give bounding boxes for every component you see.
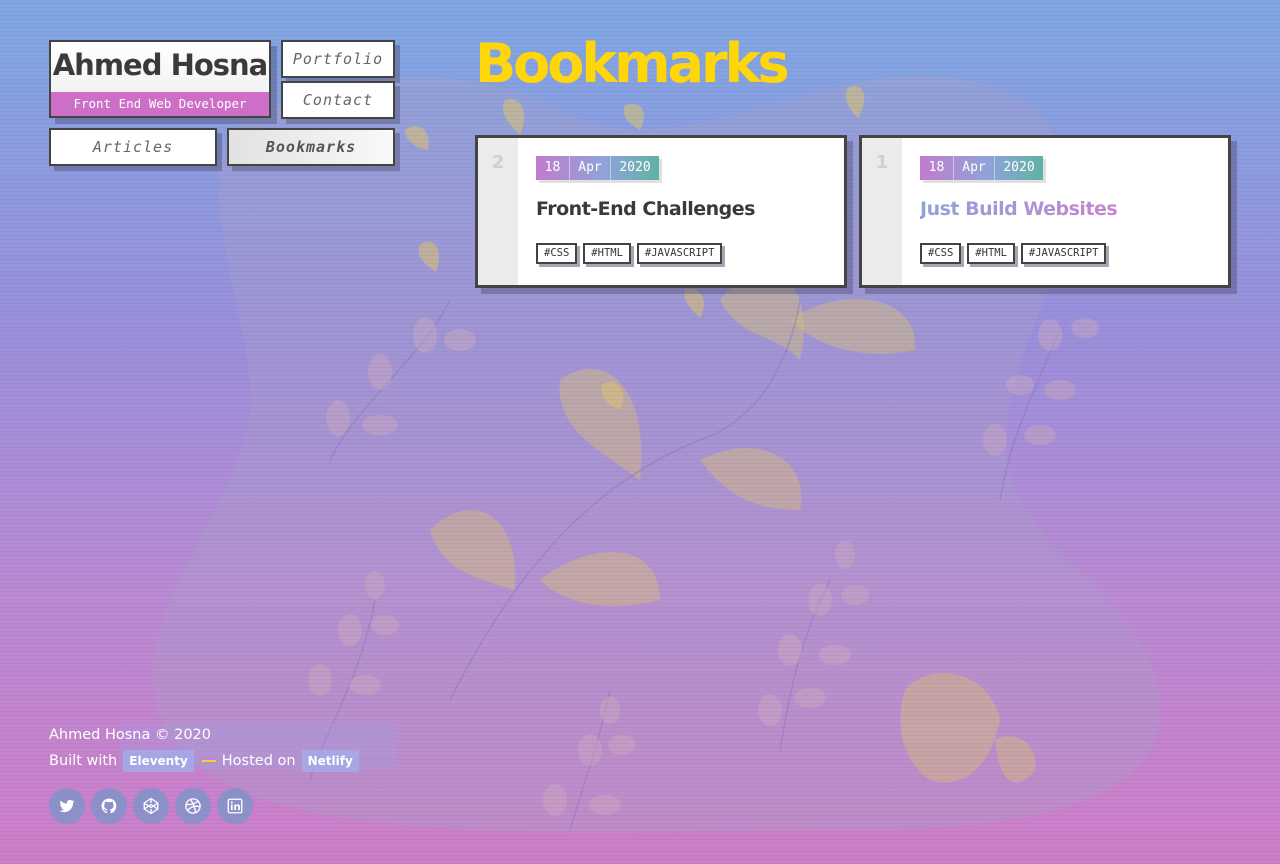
eleventy-link[interactable]: Eleventy <box>123 750 194 772</box>
social-links <box>49 788 253 824</box>
tag-link[interactable]: #CSS <box>536 243 578 264</box>
tag-link[interactable]: #JAVASCRIPT <box>636 243 723 264</box>
bookmark-tags: #CSS #HTML #JAVASCRIPT <box>536 243 723 264</box>
site-brand[interactable]: Ahmed Hosna Front End Web Developer <box>49 40 271 118</box>
bookmark-index: 1 <box>862 138 902 285</box>
hosted-on-label: Hosted on <box>221 753 296 769</box>
footer-credits: Built with Eleventy Hosted on Netlify <box>49 750 365 772</box>
site-owner-name: Ahmed Hosna <box>52 48 269 82</box>
tag-link[interactable]: #HTML <box>583 243 631 264</box>
date-day: 18 <box>920 156 954 180</box>
date-month: Apr <box>954 156 995 180</box>
site-footer: Ahmed Hosna © 2020 Built with Eleventy H… <box>49 723 395 772</box>
bookmark-card[interactable]: 2 18 Apr 2020 Front-End Challenges #CSS … <box>475 135 847 288</box>
nav-portfolio-button[interactable]: Portfolio <box>281 40 395 78</box>
date-month: Apr <box>570 156 611 180</box>
twitter-icon[interactable] <box>49 788 85 824</box>
bookmark-card[interactable]: 1 18 Apr 2020 Just Build Websites #CSS #… <box>859 135 1231 288</box>
tag-link[interactable]: #JAVASCRIPT <box>1020 243 1107 264</box>
dribbble-icon[interactable] <box>175 788 211 824</box>
tag-link[interactable]: #CSS <box>920 243 962 264</box>
linkedin-icon[interactable] <box>217 788 253 824</box>
bookmark-title-link[interactable]: Front-End Challenges <box>536 198 755 220</box>
date-day: 18 <box>536 156 570 180</box>
netlify-link[interactable]: Netlify <box>301 750 359 772</box>
date-year: 2020 <box>619 160 651 175</box>
bookmark-tags: #CSS #HTML #JAVASCRIPT <box>920 243 1107 264</box>
bookmark-date: 18 Apr 2020 <box>536 156 659 180</box>
bookmark-date: 18 Apr 2020 <box>920 156 1043 180</box>
date-year: 2020 <box>1003 160 1035 175</box>
github-icon[interactable] <box>91 788 127 824</box>
tag-link[interactable]: #HTML <box>967 243 1015 264</box>
site-owner-role: Front End Web Developer <box>51 92 269 116</box>
separator-dash <box>201 760 216 762</box>
footer-copyright: Ahmed Hosna © 2020 <box>49 727 211 743</box>
bookmark-index: 2 <box>478 138 518 285</box>
page-title: Bookmarks <box>475 32 790 95</box>
bookmark-title-link[interactable]: Just Build Websites <box>920 198 1118 220</box>
nav-articles-button[interactable]: Articles <box>49 128 217 166</box>
nav-bookmarks-button[interactable]: Bookmarks <box>227 128 395 166</box>
codepen-icon[interactable] <box>133 788 169 824</box>
nav-contact-button[interactable]: Contact <box>281 81 395 119</box>
built-with-label: Built with <box>49 753 118 769</box>
